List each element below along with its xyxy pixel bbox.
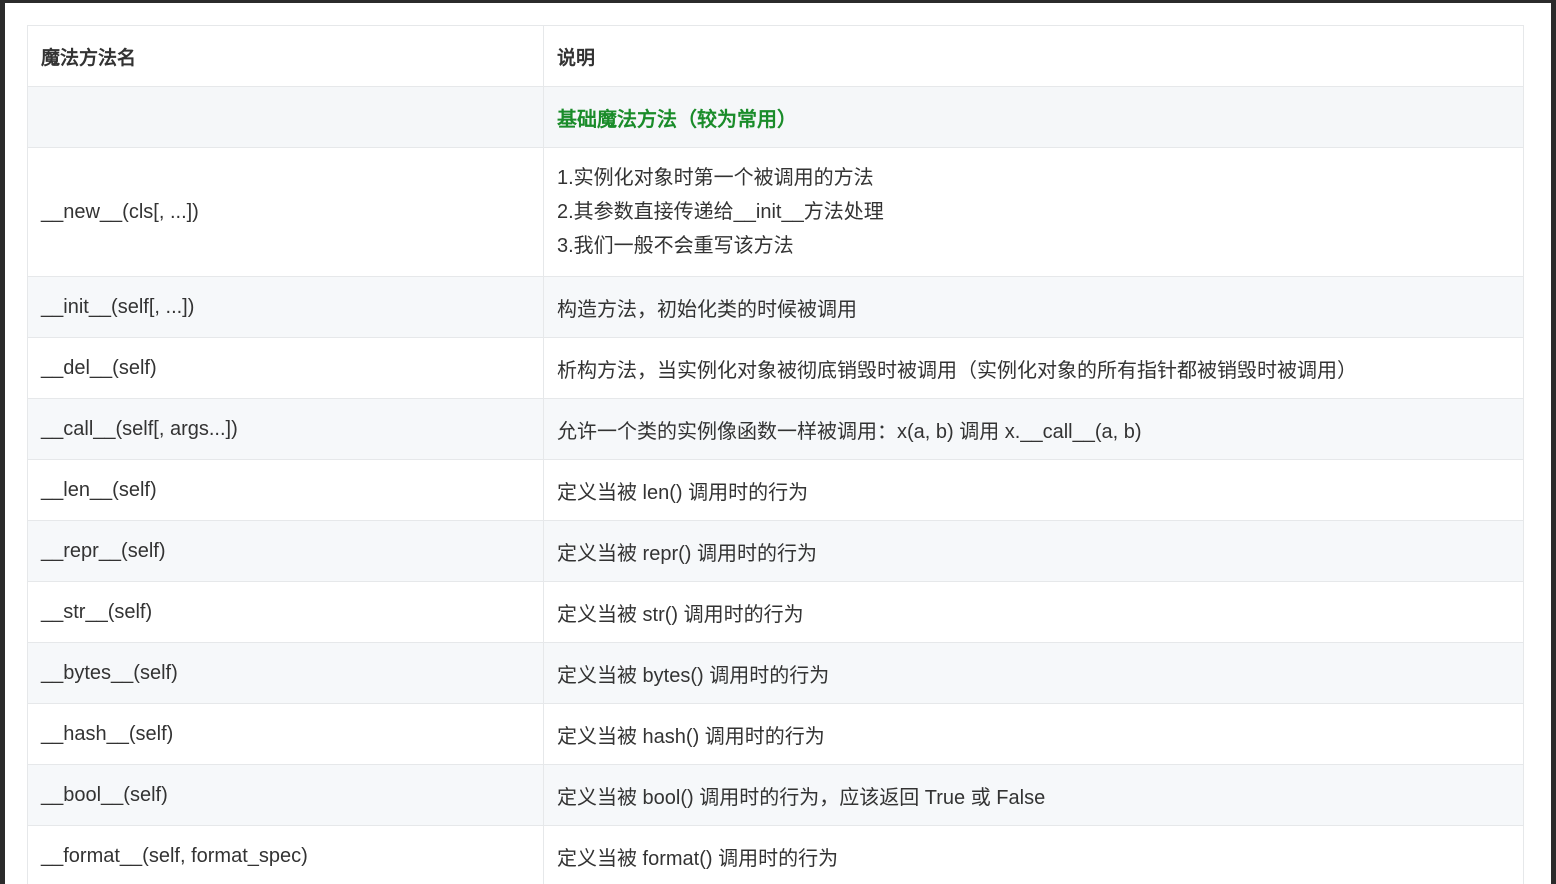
description-text: 析构方法，当实例化对象被彻底销毁时被调用（实例化对象的所有指针都被销毁时被调用） bbox=[557, 359, 1357, 382]
method-name-cell: __new__(cls[, ...]) bbox=[27, 147, 544, 277]
table-row: __bytes__(self) 定义当被 bytes() 调用时的行为 bbox=[27, 642, 1524, 704]
method-name: __repr__(self) bbox=[41, 539, 166, 562]
description-cell: 构造方法，初始化类的时候被调用 bbox=[543, 276, 1524, 338]
group-title: 基础魔法方法（较为常用） bbox=[557, 108, 797, 131]
method-name: __del__(self) bbox=[41, 356, 157, 379]
description-cell: 定义当被 format() 调用时的行为 bbox=[543, 825, 1524, 884]
method-name-cell: __hash__(self) bbox=[27, 703, 544, 765]
method-name: __bytes__(self) bbox=[41, 661, 178, 684]
method-name: __bool__(self) bbox=[41, 783, 168, 806]
method-name-cell: __len__(self) bbox=[27, 459, 544, 521]
description-text: 定义当被 format() 调用时的行为 bbox=[557, 847, 839, 870]
method-name: __init__(self[, ...]) bbox=[41, 295, 195, 318]
table-row: __str__(self) 定义当被 str() 调用时的行为 bbox=[27, 581, 1524, 643]
description-line: 1.实例化对象时第一个被调用的方法 bbox=[557, 167, 874, 189]
description-text: 定义当被 hash() 调用时的行为 bbox=[557, 725, 825, 748]
description-text: 定义当被 bytes() 调用时的行为 bbox=[557, 664, 830, 687]
document-frame: 魔法方法名 说明 基础魔法方法（较为常用） __new__(cls[, ...]… bbox=[5, 3, 1551, 884]
table-row: __hash__(self) 定义当被 hash() 调用时的行为 bbox=[27, 703, 1524, 765]
method-name-cell: __str__(self) bbox=[27, 581, 544, 643]
description-text: 构造方法，初始化类的时候被调用 bbox=[557, 298, 857, 321]
method-name-cell: __format__(self, format_spec) bbox=[27, 825, 544, 884]
header-description: 说明 bbox=[543, 25, 1524, 87]
table-row: __init__(self[, ...]) 构造方法，初始化类的时候被调用 bbox=[27, 276, 1524, 338]
method-name-cell: __del__(self) bbox=[27, 337, 544, 399]
description-cell: 定义当被 len() 调用时的行为 bbox=[543, 459, 1524, 521]
table-row: __call__(self[, args...]) 允许一个类的实例像函数一样被… bbox=[27, 398, 1524, 460]
description-text: 定义当被 bool() 调用时的行为，应该返回 True 或 False bbox=[557, 786, 1046, 809]
table-row: __len__(self) 定义当被 len() 调用时的行为 bbox=[27, 459, 1524, 521]
method-name-cell: __init__(self[, ...]) bbox=[27, 276, 544, 338]
method-name-cell: __bool__(self) bbox=[27, 764, 544, 826]
table-row: __del__(self) 析构方法，当实例化对象被彻底销毁时被调用（实例化对象… bbox=[27, 337, 1524, 399]
method-name-cell: __bytes__(self) bbox=[27, 642, 544, 704]
description-cell: 定义当被 hash() 调用时的行为 bbox=[543, 703, 1524, 765]
description-cell: 定义当被 str() 调用时的行为 bbox=[543, 581, 1524, 643]
description-text: 定义当被 repr() 调用时的行为 bbox=[557, 542, 817, 565]
description-text: 允许一个类的实例像函数一样被调用：x(a, b) 调用 x.__call__(a… bbox=[557, 420, 1142, 443]
table-row: __bool__(self) 定义当被 bool() 调用时的行为，应该返回 T… bbox=[27, 764, 1524, 826]
table-row: __format__(self, format_spec) 定义当被 forma… bbox=[27, 825, 1524, 884]
method-name: __format__(self, format_spec) bbox=[41, 844, 308, 867]
header-method-name: 魔法方法名 bbox=[27, 25, 544, 87]
method-name: __len__(self) bbox=[41, 478, 157, 501]
method-name-cell: __repr__(self) bbox=[27, 520, 544, 582]
method-name: __new__(cls[, ...]) bbox=[41, 200, 199, 223]
magic-methods-table: 魔法方法名 说明 基础魔法方法（较为常用） __new__(cls[, ...]… bbox=[27, 25, 1524, 884]
description-cell: 析构方法，当实例化对象被彻底销毁时被调用（实例化对象的所有指针都被销毁时被调用） bbox=[543, 337, 1524, 399]
table-row: __repr__(self) 定义当被 repr() 调用时的行为 bbox=[27, 520, 1524, 582]
description-cell: 允许一个类的实例像函数一样被调用：x(a, b) 调用 x.__call__(a… bbox=[543, 398, 1524, 460]
description-text: 定义当被 len() 调用时的行为 bbox=[557, 481, 809, 504]
method-name-cell: __call__(self[, args...]) bbox=[27, 398, 544, 460]
description-cell: 定义当被 bool() 调用时的行为，应该返回 True 或 False bbox=[543, 764, 1524, 826]
method-name: __hash__(self) bbox=[41, 722, 174, 745]
description-cell: 定义当被 repr() 调用时的行为 bbox=[543, 520, 1524, 582]
group-title-cell: 基础魔法方法（较为常用） bbox=[543, 86, 1524, 148]
description-cell: 定义当被 bytes() 调用时的行为 bbox=[543, 642, 1524, 704]
description-line: 2.其参数直接传递给__init__方法处理 bbox=[557, 201, 884, 223]
method-name: __call__(self[, args...]) bbox=[41, 417, 238, 440]
table-row: __new__(cls[, ...]) 1.实例化对象时第一个被调用的方法 2.… bbox=[27, 147, 1524, 277]
group-row-empty-cell bbox=[27, 86, 544, 148]
description-line: 3.我们一般不会重写该方法 bbox=[557, 235, 794, 257]
group-row: 基础魔法方法（较为常用） bbox=[27, 86, 1524, 148]
description-text: 定义当被 str() 调用时的行为 bbox=[557, 603, 804, 626]
description-cell: 1.实例化对象时第一个被调用的方法 2.其参数直接传递给__init__方法处理… bbox=[543, 147, 1524, 277]
method-name: __str__(self) bbox=[41, 600, 153, 623]
table-header-row: 魔法方法名 说明 bbox=[27, 25, 1524, 87]
